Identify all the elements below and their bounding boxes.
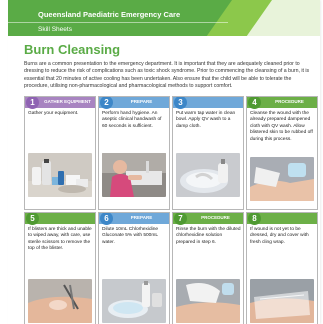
step-number-badge: 8	[248, 213, 261, 225]
step-text: Rinse the burn with the diluted chlorhex…	[176, 227, 241, 245]
step-label: PREPARE	[130, 215, 153, 220]
banner-title: Queensland Paediatric Emergency Care	[38, 10, 181, 19]
dilution-photo	[102, 279, 166, 323]
step-number-badge: 7	[174, 213, 187, 225]
step-card-2: 2 PREPARE Perform hand hygiene. An asept…	[98, 96, 170, 210]
step-label: PROCEDURE	[275, 99, 304, 104]
step-number-badge: 6	[100, 213, 113, 225]
step-text: Perform hand hygiene. An aseptic clinica…	[102, 111, 162, 129]
header-banner: Queensland Paediatric Emergency Care Ski…	[8, 0, 320, 36]
page-title: Burn Cleansing	[24, 42, 121, 57]
step-card-7: 7 PROCEDURE Rinse the burn with the dilu…	[172, 212, 244, 324]
step-label: PREPARE	[130, 99, 153, 104]
step-card-1: 1 GATHER EQUIPMENT Gather your equipment…	[24, 96, 96, 210]
handwash-photo	[102, 153, 166, 197]
step-number-badge: 1	[26, 97, 39, 109]
step-card-4: 4 PROCEDURE Cleanse the wound with the a…	[246, 96, 318, 210]
blister-photo	[28, 279, 92, 323]
step-number-badge: 2	[100, 97, 113, 109]
intro-paragraph: Burns are a common presentation to the e…	[24, 61, 310, 90]
cleansing-photo	[250, 157, 314, 201]
step-card-8: 8 If wound is not yet to be dressed, dry…	[246, 212, 318, 324]
step-text: Cleanse the wound with the already prepa…	[250, 111, 313, 142]
banner-subtitle: Skill Sheets	[38, 26, 72, 33]
step-number-badge: 3	[174, 97, 187, 109]
step-text: If wound is not yet to be dressed, dry a…	[250, 227, 309, 245]
rinse-photo	[176, 279, 240, 323]
step-card-5: 5 If blisters are thick and unable to wi…	[24, 212, 96, 324]
step-text: If blisters are thick and unable to wipe…	[28, 227, 92, 252]
step-card-3: 3 Put warm tap water in clean bowl. Appl…	[172, 96, 244, 210]
skill-sheet-page: Queensland Paediatric Emergency Care Ski…	[8, 0, 320, 324]
step-label: PROCEDURE	[201, 215, 230, 220]
banner-divider	[8, 22, 228, 23]
step-number-badge: 4	[248, 97, 261, 109]
step-text: Gather your equipment.	[28, 111, 79, 116]
step-text: Dilute 10mL Chlorhexidine Gluconate 5% w…	[102, 227, 159, 245]
step-card-6: 6 PREPARE Dilute 10mL Chlorhexidine Gluc…	[98, 212, 170, 324]
step-text: Put warm tap water in clean bowl. Apply …	[176, 111, 236, 129]
wash-cloth-photo	[176, 153, 240, 197]
equipment-photo	[28, 153, 92, 197]
cling-wrap-photo	[250, 279, 314, 323]
step-number-badge: 5	[26, 213, 39, 225]
step-label: GATHER EQUIPMENT	[44, 99, 91, 104]
